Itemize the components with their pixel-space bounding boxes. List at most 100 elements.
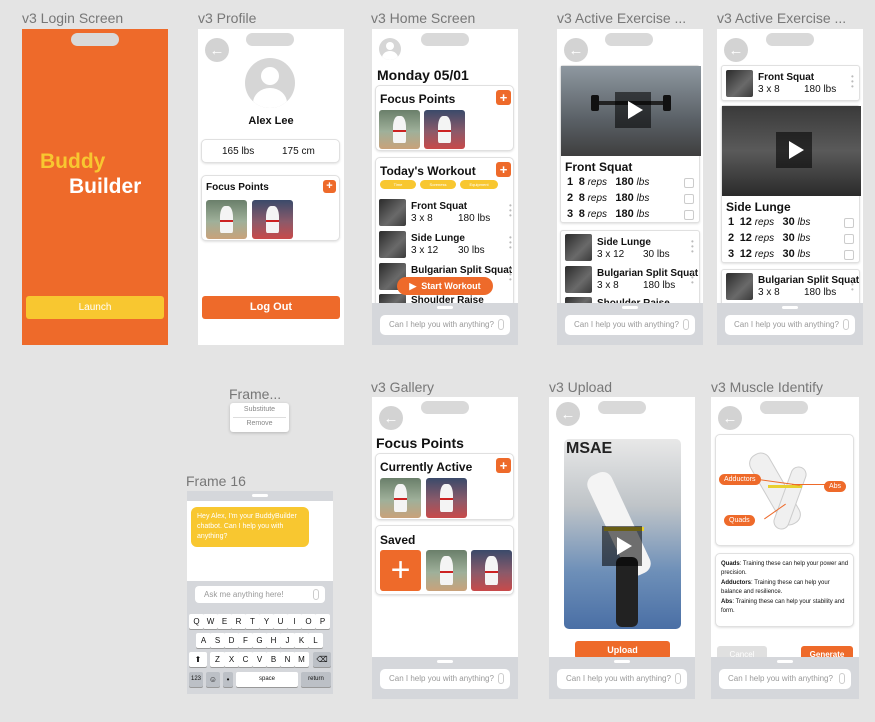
drag-handle-icon[interactable]: • • • [691,238,694,256]
karate-photo-1[interactable] [380,478,421,518]
key-s[interactable]: S [210,633,225,648]
mic-icon[interactable] [498,319,504,330]
back-arrow-icon[interactable]: ← [205,38,229,62]
chat-input[interactable]: Can I help you with anything? [719,669,851,689]
karate-photo-2[interactable] [252,200,293,239]
key-r[interactable]: R [231,614,246,629]
drag-handle-icon[interactable]: • • • [851,276,854,294]
back-arrow-icon[interactable]: ← [718,406,742,430]
key-g[interactable]: G [252,633,267,648]
drawer-handle[interactable] [622,306,638,309]
karate-photo-2[interactable] [424,110,465,149]
key-p[interactable]: P [315,614,330,629]
menu-substitute[interactable]: Substitute [230,406,289,413]
back-arrow-icon[interactable]: ← [724,38,748,62]
play-icon[interactable] [776,132,812,168]
karate-photo-2[interactable] [426,478,467,518]
menu-remove[interactable]: Remove [230,420,289,427]
key-n[interactable]: N [280,652,295,667]
back-arrow-icon[interactable]: ← [379,406,403,430]
mic-icon[interactable] [839,673,845,684]
key-x[interactable]: X [224,652,239,667]
drawer-handle[interactable] [437,660,453,663]
drawer-handle[interactable] [614,660,630,663]
mic-icon[interactable] [683,319,689,330]
drawer-handle[interactable] [782,306,798,309]
mic-icon[interactable] [675,673,681,684]
drag-handle-icon[interactable]: • • • [691,269,694,287]
exercise-video[interactable] [561,66,701,156]
label-adductors[interactable]: Adductors [719,474,761,485]
key-f[interactable]: F [238,633,253,648]
key-c[interactable]: C [238,652,253,667]
label-quads[interactable]: Quads [724,515,755,526]
play-icon[interactable] [615,92,651,128]
numbers-key[interactable]: 123 [189,672,203,687]
launch-button[interactable]: Launch [26,296,164,319]
set-checkbox[interactable] [684,178,694,188]
chat-input[interactable]: Can I help you with anything? [380,669,510,689]
space-key[interactable]: space [236,672,298,687]
key-l[interactable]: L [308,633,323,648]
backspace-key-icon[interactable]: ⌫ [313,652,331,667]
add-saved-button[interactable]: + [380,550,421,591]
play-icon[interactable] [602,526,642,566]
key-i[interactable]: I [287,614,302,629]
tag-equipment[interactable]: Equipment [460,180,498,189]
exercise-video[interactable] [722,106,861,196]
drag-handle-icon[interactable]: • • • [509,234,512,252]
chat-input[interactable]: Can I help you with anything? [725,315,855,335]
drawer-handle[interactable] [777,660,793,663]
karate-photo-1[interactable] [379,110,420,149]
return-key[interactable]: return [301,672,331,687]
key-q[interactable]: Q [189,614,204,629]
karate-photo-3[interactable] [426,550,467,591]
key-j[interactable]: J [280,633,295,648]
key-o[interactable]: O [301,614,316,629]
label-abs[interactable]: Abs [824,481,847,492]
karate-photo-4[interactable] [471,550,512,591]
logout-button[interactable]: Log Out [202,296,340,319]
add-focus-button[interactable]: + [323,180,336,193]
key-m[interactable]: M [294,652,309,667]
chat-input[interactable]: Can I help you with anything? [557,669,687,689]
add-focus-button[interactable]: + [496,90,511,105]
avatar-icon[interactable] [379,38,401,60]
chat-input[interactable]: Can I help you with anything? [565,315,695,335]
add-active-button[interactable]: + [496,458,511,473]
chat-input[interactable]: Can I help you with anything? [380,315,510,335]
drag-handle-icon[interactable]: • • • [509,202,512,220]
drag-handle-icon[interactable]: • • • [851,73,854,91]
mic-key-icon[interactable]: • [223,672,233,687]
set-checkbox[interactable] [684,194,694,204]
key-w[interactable]: W [203,614,218,629]
key-v[interactable]: V [252,652,267,667]
set-checkbox[interactable] [844,234,854,244]
drawer-handle[interactable] [437,306,453,309]
karate-photo-1[interactable] [206,200,247,239]
key-t[interactable]: T [245,614,260,629]
drawer-handle[interactable] [252,494,268,497]
back-arrow-icon[interactable]: ← [556,402,580,426]
start-workout-button[interactable]: ▶ Start Workout [397,277,493,295]
chat-input[interactable]: Ask me anything here! [195,586,325,603]
tag-time[interactable]: Time [380,180,416,189]
mic-icon[interactable] [498,673,504,684]
add-exercise-button[interactable]: + [496,162,511,177]
emoji-key-icon[interactable]: ☺ [206,672,220,687]
set-checkbox[interactable] [684,210,694,220]
set-checkbox[interactable] [844,250,854,260]
back-arrow-icon[interactable]: ← [564,38,588,62]
mic-icon[interactable] [843,319,849,330]
tag-soreness[interactable]: Soreness [420,180,456,189]
set-checkbox[interactable] [844,218,854,228]
key-e[interactable]: E [217,614,232,629]
key-d[interactable]: D [224,633,239,648]
key-y[interactable]: Y [259,614,274,629]
upload-preview[interactable]: MSAE [564,439,681,629]
key-u[interactable]: U [273,614,288,629]
key-a[interactable]: A [196,633,211,648]
shift-key-icon[interactable]: ⬆ [189,652,207,667]
drag-handle-icon[interactable]: • • • [509,266,512,284]
key-k[interactable]: K [294,633,309,648]
